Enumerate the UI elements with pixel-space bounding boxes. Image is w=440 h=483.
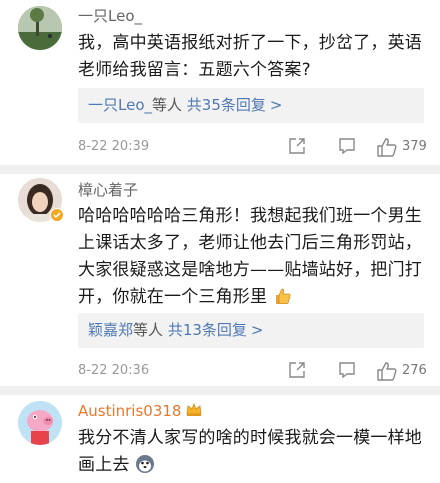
like-count: 379 xyxy=(402,139,427,154)
like-count: 276 xyxy=(402,363,427,378)
username-text[interactable]: Austinris0318 xyxy=(78,402,181,420)
reply-mid: 等人 xyxy=(133,321,164,339)
timestamp: 8-22 20:39 xyxy=(78,139,150,154)
reply-mid: 等人 xyxy=(152,96,183,114)
thumbs-up-emoji-icon xyxy=(273,286,293,315)
comment-meta: 8-22 20:39 379 xyxy=(78,137,427,157)
reply-count[interactable]: 共35条回复 xyxy=(187,96,266,114)
verified-badge-icon xyxy=(50,208,64,222)
reply-arrow: > xyxy=(269,96,283,114)
husky-emoji-icon xyxy=(135,454,155,483)
reply-icon[interactable] xyxy=(338,137,356,155)
divider xyxy=(0,165,440,174)
avatar[interactable] xyxy=(18,6,62,50)
avatar-image xyxy=(18,401,62,445)
comment-username[interactable]: 樟心着子 xyxy=(78,179,138,200)
reply-icon[interactable] xyxy=(338,361,356,379)
crown-badge-icon xyxy=(186,402,202,416)
comment-text: 我分不清人家写的啥的时候我就会一模一样地画上去 xyxy=(78,425,423,483)
comment-username[interactable]: Austinris0318 xyxy=(78,402,202,420)
replies-link[interactable]: 一只Leo_等人 共35条回复 > xyxy=(78,88,424,123)
replies-link[interactable]: 颖嘉郑等人 共13条回复 > xyxy=(78,313,424,348)
share-icon[interactable] xyxy=(288,361,306,379)
reply-count[interactable]: 共13条回复 xyxy=(168,321,247,339)
reply-user[interactable]: 一只Leo_ xyxy=(88,96,152,114)
divider xyxy=(0,386,440,395)
reply-user[interactable]: 颖嘉郑 xyxy=(88,321,133,339)
comment-meta: 8-22 20:36 276 xyxy=(78,361,427,381)
avatar-image xyxy=(18,6,62,50)
comment-text-content: 哈哈哈哈哈哈三角形！我想起我们班一个男生上课话太多了，老师让他去门后三角形罚站，… xyxy=(78,206,422,307)
timestamp: 8-22 20:36 xyxy=(78,363,150,378)
comment-text: 哈哈哈哈哈哈三角形！我想起我们班一个男生上课话太多了，老师让他去门后三角形罚站，… xyxy=(78,203,423,315)
reply-arrow: > xyxy=(250,321,264,339)
comment-text: 我，高中英语报纸对折了一下，抄岔了，英语老师给我留言：五题六个答案? xyxy=(78,33,422,80)
like-icon[interactable] xyxy=(376,137,398,157)
share-icon[interactable] xyxy=(288,137,306,155)
like-icon[interactable] xyxy=(376,361,398,381)
comment-username[interactable]: 一只Leo_ xyxy=(78,5,142,26)
comment-text-content: 我分不清人家写的啥的时候我就会一模一样地画上去 xyxy=(78,428,422,475)
avatar[interactable] xyxy=(18,401,62,445)
